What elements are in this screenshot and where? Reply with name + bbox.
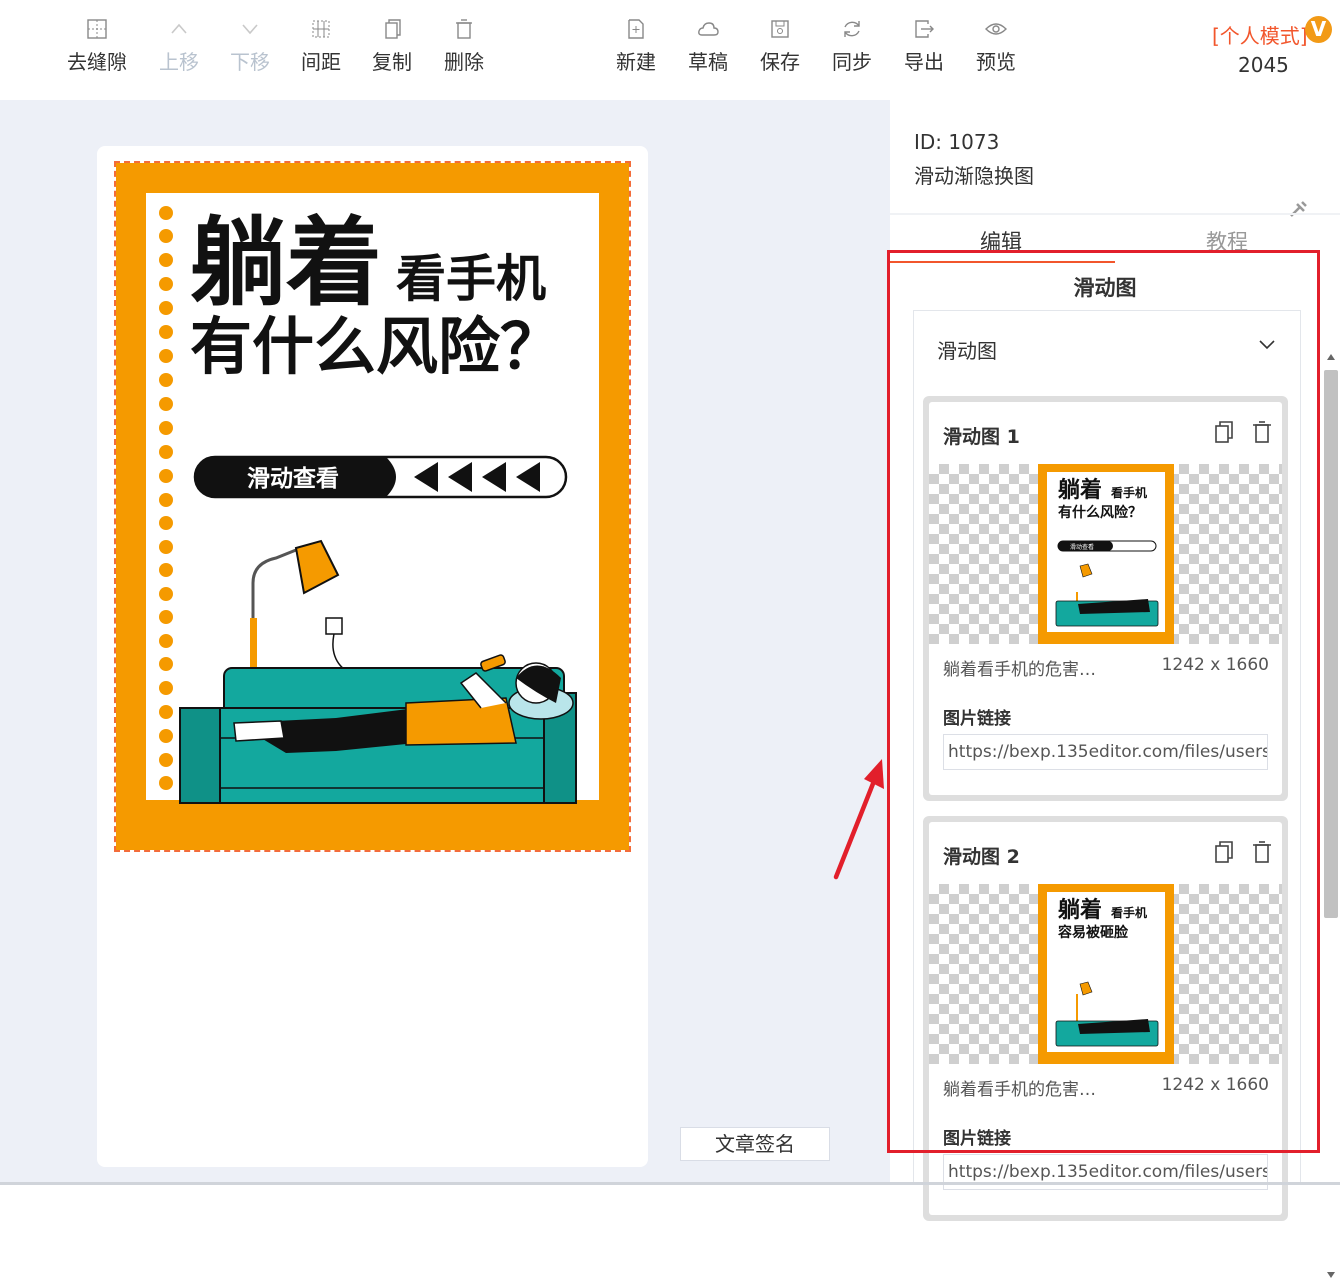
chevron-down-icon — [1259, 340, 1275, 350]
tab-tutorial[interactable]: 教程 — [1206, 226, 1248, 256]
thumb-title-line2: 有什么风险？ — [1058, 504, 1142, 521]
eye-icon — [985, 23, 1007, 35]
image-link-input[interactable]: https://bexp.135editor.com/files/users/0… — [943, 734, 1268, 770]
remove-gap-button[interactable]: 去缝隙 — [61, 18, 133, 75]
thumb-title-line2: 容易被砸脸 — [1057, 924, 1129, 941]
card-thumbnail: 躺着 看手机 有什么风险？ 滑动查看 — [1038, 464, 1174, 644]
save-label: 保存 — [760, 50, 800, 74]
new-label: 新建 — [616, 50, 656, 74]
property-panel: ID: 1073 滑动渐隐换图 编辑 教程 滑动图 滑动图 滑动图 1 躺着 看… — [890, 100, 1340, 1278]
card-title: 滑动图 2 — [943, 846, 1020, 868]
slide-image-card: 滑动图 2 躺着 看手机 容易被砸脸 躺着看手机的危害… 1242 x 1660… — [923, 816, 1288, 1221]
copy-icon[interactable] — [1213, 420, 1235, 444]
move-down-label: 下移 — [230, 50, 270, 74]
selected-poster-frame[interactable]: 躺着 看手机 有什么风险？ 滑动查看 — [114, 161, 631, 852]
slide-image-dropdown[interactable]: 滑动图 — [913, 310, 1301, 382]
personal-mode-link[interactable]: [个人模式] — [1212, 20, 1308, 49]
new-button[interactable]: 新建 — [600, 18, 672, 75]
copy-button[interactable]: 复制 — [356, 18, 428, 75]
chevron-up-icon — [171, 23, 187, 34]
thumb-title-big: 躺着 — [1058, 897, 1102, 923]
move-up-button[interactable]: 上移 — [143, 18, 215, 75]
trash-icon[interactable] — [1251, 420, 1273, 444]
spacing-button[interactable]: 间距 — [285, 18, 357, 75]
poster-title-big: 躺着 — [190, 207, 382, 319]
scroll-up-arrow-icon[interactable] — [1326, 352, 1336, 362]
editor-canvas: 躺着 看手机 有什么风险？ 滑动查看 文章签名 — [0, 100, 890, 1185]
card-file-name: 躺着看手机的危害… — [943, 660, 1096, 680]
tab-edit[interactable]: 编辑 — [980, 226, 1022, 256]
user-count: 2045 — [1238, 53, 1289, 77]
trash-icon[interactable] — [1251, 840, 1273, 864]
move-down-button[interactable]: 下移 — [214, 18, 286, 75]
thumb-title-small: 看手机 — [1111, 905, 1147, 920]
card-image-preview[interactable]: 躺着 看手机 有什么风险？ 滑动查看 — [929, 464, 1282, 644]
dropdown-value: 滑动图 — [937, 339, 997, 363]
remove-gap-label: 去缝隙 — [67, 50, 127, 74]
spacing-icon — [312, 20, 330, 38]
card-link-label: 图片链接 — [943, 709, 1011, 729]
export-icon — [915, 20, 934, 38]
section-title: 滑动图 — [1073, 276, 1137, 300]
slide-image-list: 滑动图 1 躺着 看手机 有什么风险？ 滑动查看 躺着看手机的危害… 1242 … — [913, 382, 1301, 1221]
save-icon — [771, 20, 789, 38]
delete-label: 删除 — [444, 50, 484, 74]
copy-icon — [385, 19, 401, 39]
save-button[interactable]: 保存 — [744, 18, 816, 75]
article-page: 躺着 看手机 有什么风险？ 滑动查看 — [97, 146, 648, 1167]
card-link-label: 图片链接 — [943, 1129, 1011, 1149]
delete-button[interactable]: 删除 — [428, 18, 500, 75]
card-dimensions: 1242 x 1660 — [1161, 1075, 1269, 1095]
draft-label: 草稿 — [688, 50, 728, 74]
card-dimensions: 1242 x 1660 — [1161, 655, 1269, 675]
thumb-title-big: 躺着 — [1058, 477, 1102, 503]
panel-scrollbar[interactable] — [1324, 370, 1338, 918]
preview-button[interactable]: 预览 — [960, 18, 1032, 75]
poster-slide-label: 滑动查看 — [247, 466, 339, 492]
copy-icon[interactable] — [1213, 840, 1235, 864]
component-id: ID: 1073 — [914, 130, 1000, 154]
thumb-title-small: 看手机 — [1111, 485, 1147, 500]
draft-button[interactable]: 草稿 — [672, 18, 744, 75]
new-file-icon — [628, 19, 644, 39]
thumb-slide-label: 滑动查看 — [1070, 543, 1094, 551]
panel-divider — [890, 213, 1340, 215]
export-button[interactable]: 导出 — [888, 18, 960, 75]
card-image-preview[interactable]: 躺着 看手机 容易被砸脸 — [929, 884, 1282, 1064]
preview-label: 预览 — [976, 50, 1016, 74]
sync-icon — [844, 21, 860, 37]
article-signature-button[interactable]: 文章签名 — [680, 1127, 830, 1161]
cloud-icon — [698, 22, 719, 36]
slide-image-card: 滑动图 1 躺着 看手机 有什么风险？ 滑动查看 躺着看手机的危害… 1242 … — [923, 396, 1288, 801]
move-up-label: 上移 — [159, 50, 199, 74]
component-name: 滑动渐隐换图 — [914, 164, 1034, 188]
sync-button[interactable]: 同步 — [816, 18, 888, 75]
spacing-label: 间距 — [301, 50, 341, 74]
card-file-name: 躺着看手机的危害… — [943, 1080, 1096, 1100]
card-thumbnail: 躺着 看手机 容易被砸脸 — [1038, 884, 1174, 1064]
tools-icon[interactable] — [1288, 200, 1308, 220]
vip-badge[interactable]: V — [1305, 16, 1332, 43]
poster-title-line2: 有什么风险？ — [190, 310, 562, 383]
grid-icon — [87, 19, 107, 39]
chevron-down-icon — [242, 24, 258, 35]
sync-label: 同步 — [832, 50, 872, 74]
top-toolbar: 去缝隙 上移 下移 间距 复制 删除 新建 草稿 保存 同步 导出 预览 [个人… — [0, 0, 1340, 100]
active-tab-indicator — [890, 261, 1115, 263]
poster-slide-bar: 滑动查看 — [193, 455, 568, 499]
copy-label: 复制 — [372, 50, 412, 74]
trash-icon — [456, 19, 472, 39]
scroll-down-arrow-icon[interactable] — [1326, 1270, 1336, 1280]
card-title: 滑动图 1 — [943, 426, 1020, 448]
export-label: 导出 — [904, 50, 944, 74]
poster-title-small: 看手机 — [396, 250, 546, 308]
poster-image: 躺着 看手机 有什么风险？ 滑动查看 — [116, 163, 629, 850]
